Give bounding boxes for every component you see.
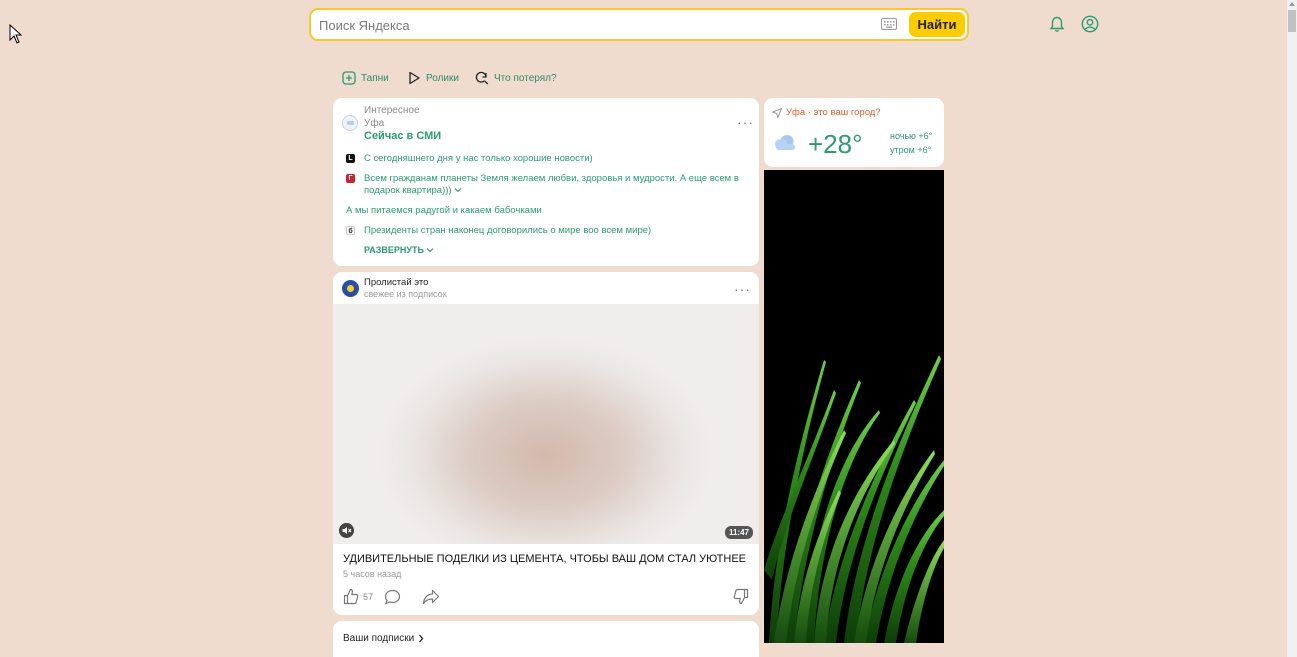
subscriptions-link[interactable]: Ваши подписки bbox=[343, 633, 424, 644]
search-input[interactable] bbox=[319, 14, 859, 36]
channel-subtitle: свежее из подписок bbox=[364, 289, 447, 299]
channel-name[interactable]: Пролистай это bbox=[364, 277, 428, 288]
chevron-down-icon[interactable] bbox=[454, 187, 462, 193]
mouse-cursor-icon bbox=[9, 24, 23, 44]
video-time: 5 часов назад bbox=[343, 569, 402, 579]
grass-image bbox=[764, 355, 944, 643]
news-item[interactable]: L С сегодняшнего дня у нас только хороши… bbox=[346, 153, 593, 165]
quick-link-lost[interactable]: Что потерял? bbox=[475, 70, 557, 86]
quick-link-label: Ролики bbox=[426, 72, 459, 84]
news-category: Интересное bbox=[364, 105, 420, 116]
quick-link-label: Что потерял? bbox=[494, 72, 557, 84]
forecast-night: ночью +6° bbox=[890, 131, 933, 141]
quick-link-tapni[interactable]: Тапни bbox=[342, 70, 389, 86]
advertisement-image[interactable] bbox=[764, 170, 944, 643]
more-options-icon[interactable]: ··· bbox=[734, 282, 751, 296]
dislike-icon[interactable] bbox=[733, 588, 749, 605]
share-icon[interactable] bbox=[422, 589, 440, 605]
news-item[interactable]: Г Всем гражданам планеты Земля желаем лю… bbox=[346, 173, 746, 197]
weather-card: Уфа · это ваш город? +28° ночью +6° утро… bbox=[764, 98, 944, 167]
channel-avatar[interactable] bbox=[342, 280, 359, 297]
search-button[interactable]: Найти bbox=[909, 12, 965, 37]
play-icon bbox=[409, 71, 420, 85]
temperature[interactable]: +28° bbox=[808, 129, 863, 160]
bell-icon[interactable] bbox=[1049, 16, 1065, 33]
news-item[interactable]: А мы питаемся радугой и какаем бабочками bbox=[346, 205, 542, 217]
like-icon[interactable] bbox=[343, 588, 359, 605]
cloudy-weather-icon bbox=[775, 135, 795, 150]
chevron-right-icon bbox=[419, 634, 424, 643]
more-options-icon[interactable]: ··· bbox=[737, 115, 754, 129]
subscriptions-card: Ваши подписки bbox=[333, 621, 759, 657]
chevron-down-icon bbox=[427, 248, 434, 253]
news-item[interactable]: б Президенты стран наконец договорились … bbox=[346, 225, 651, 237]
plus-square-icon bbox=[342, 71, 356, 85]
expand-button[interactable]: РАЗВЕРНУТЬ bbox=[364, 245, 434, 255]
page-scrollbar[interactable] bbox=[1287, 0, 1297, 657]
news-card: Интересное Уфа Сейчас в СМИ ··· L С сего… bbox=[333, 98, 759, 266]
news-source-logo-icon bbox=[342, 115, 358, 131]
video-player[interactable]: 11:47 bbox=[333, 304, 759, 544]
keyboard-icon[interactable] bbox=[881, 18, 897, 30]
video-duration: 11:47 bbox=[724, 526, 753, 539]
video-title[interactable]: УДИВИТЕЛЬНЫЕ ПОДЕЛКИ ИЗ ЦЕМЕНТА, ЧТОБЫ В… bbox=[343, 553, 746, 565]
mute-icon[interactable] bbox=[339, 523, 354, 538]
location-prompt[interactable]: Уфа · это ваш город? bbox=[772, 107, 881, 118]
video-card: Пролистай это свежее из подписок ··· 11:… bbox=[333, 272, 759, 615]
search-refresh-icon bbox=[475, 71, 489, 85]
source-icon: б bbox=[346, 226, 355, 235]
quick-link-roliki[interactable]: Ролики bbox=[407, 70, 459, 86]
like-count: 57 bbox=[363, 592, 374, 602]
location-arrow-icon bbox=[772, 107, 782, 118]
quick-link-label: Тапни bbox=[361, 72, 389, 84]
news-city: Уфа bbox=[364, 118, 385, 129]
user-icon[interactable] bbox=[1081, 15, 1099, 33]
comment-icon[interactable] bbox=[384, 589, 401, 605]
news-title[interactable]: Сейчас в СМИ bbox=[364, 130, 441, 142]
source-icon: Г bbox=[346, 174, 355, 183]
search-bar: Найти bbox=[309, 8, 969, 41]
source-icon: L bbox=[346, 154, 355, 163]
forecast-morning: утром +6° bbox=[890, 145, 932, 155]
scroll-up-icon[interactable] bbox=[1289, 2, 1295, 6]
scroll-thumb[interactable] bbox=[1288, 10, 1296, 32]
